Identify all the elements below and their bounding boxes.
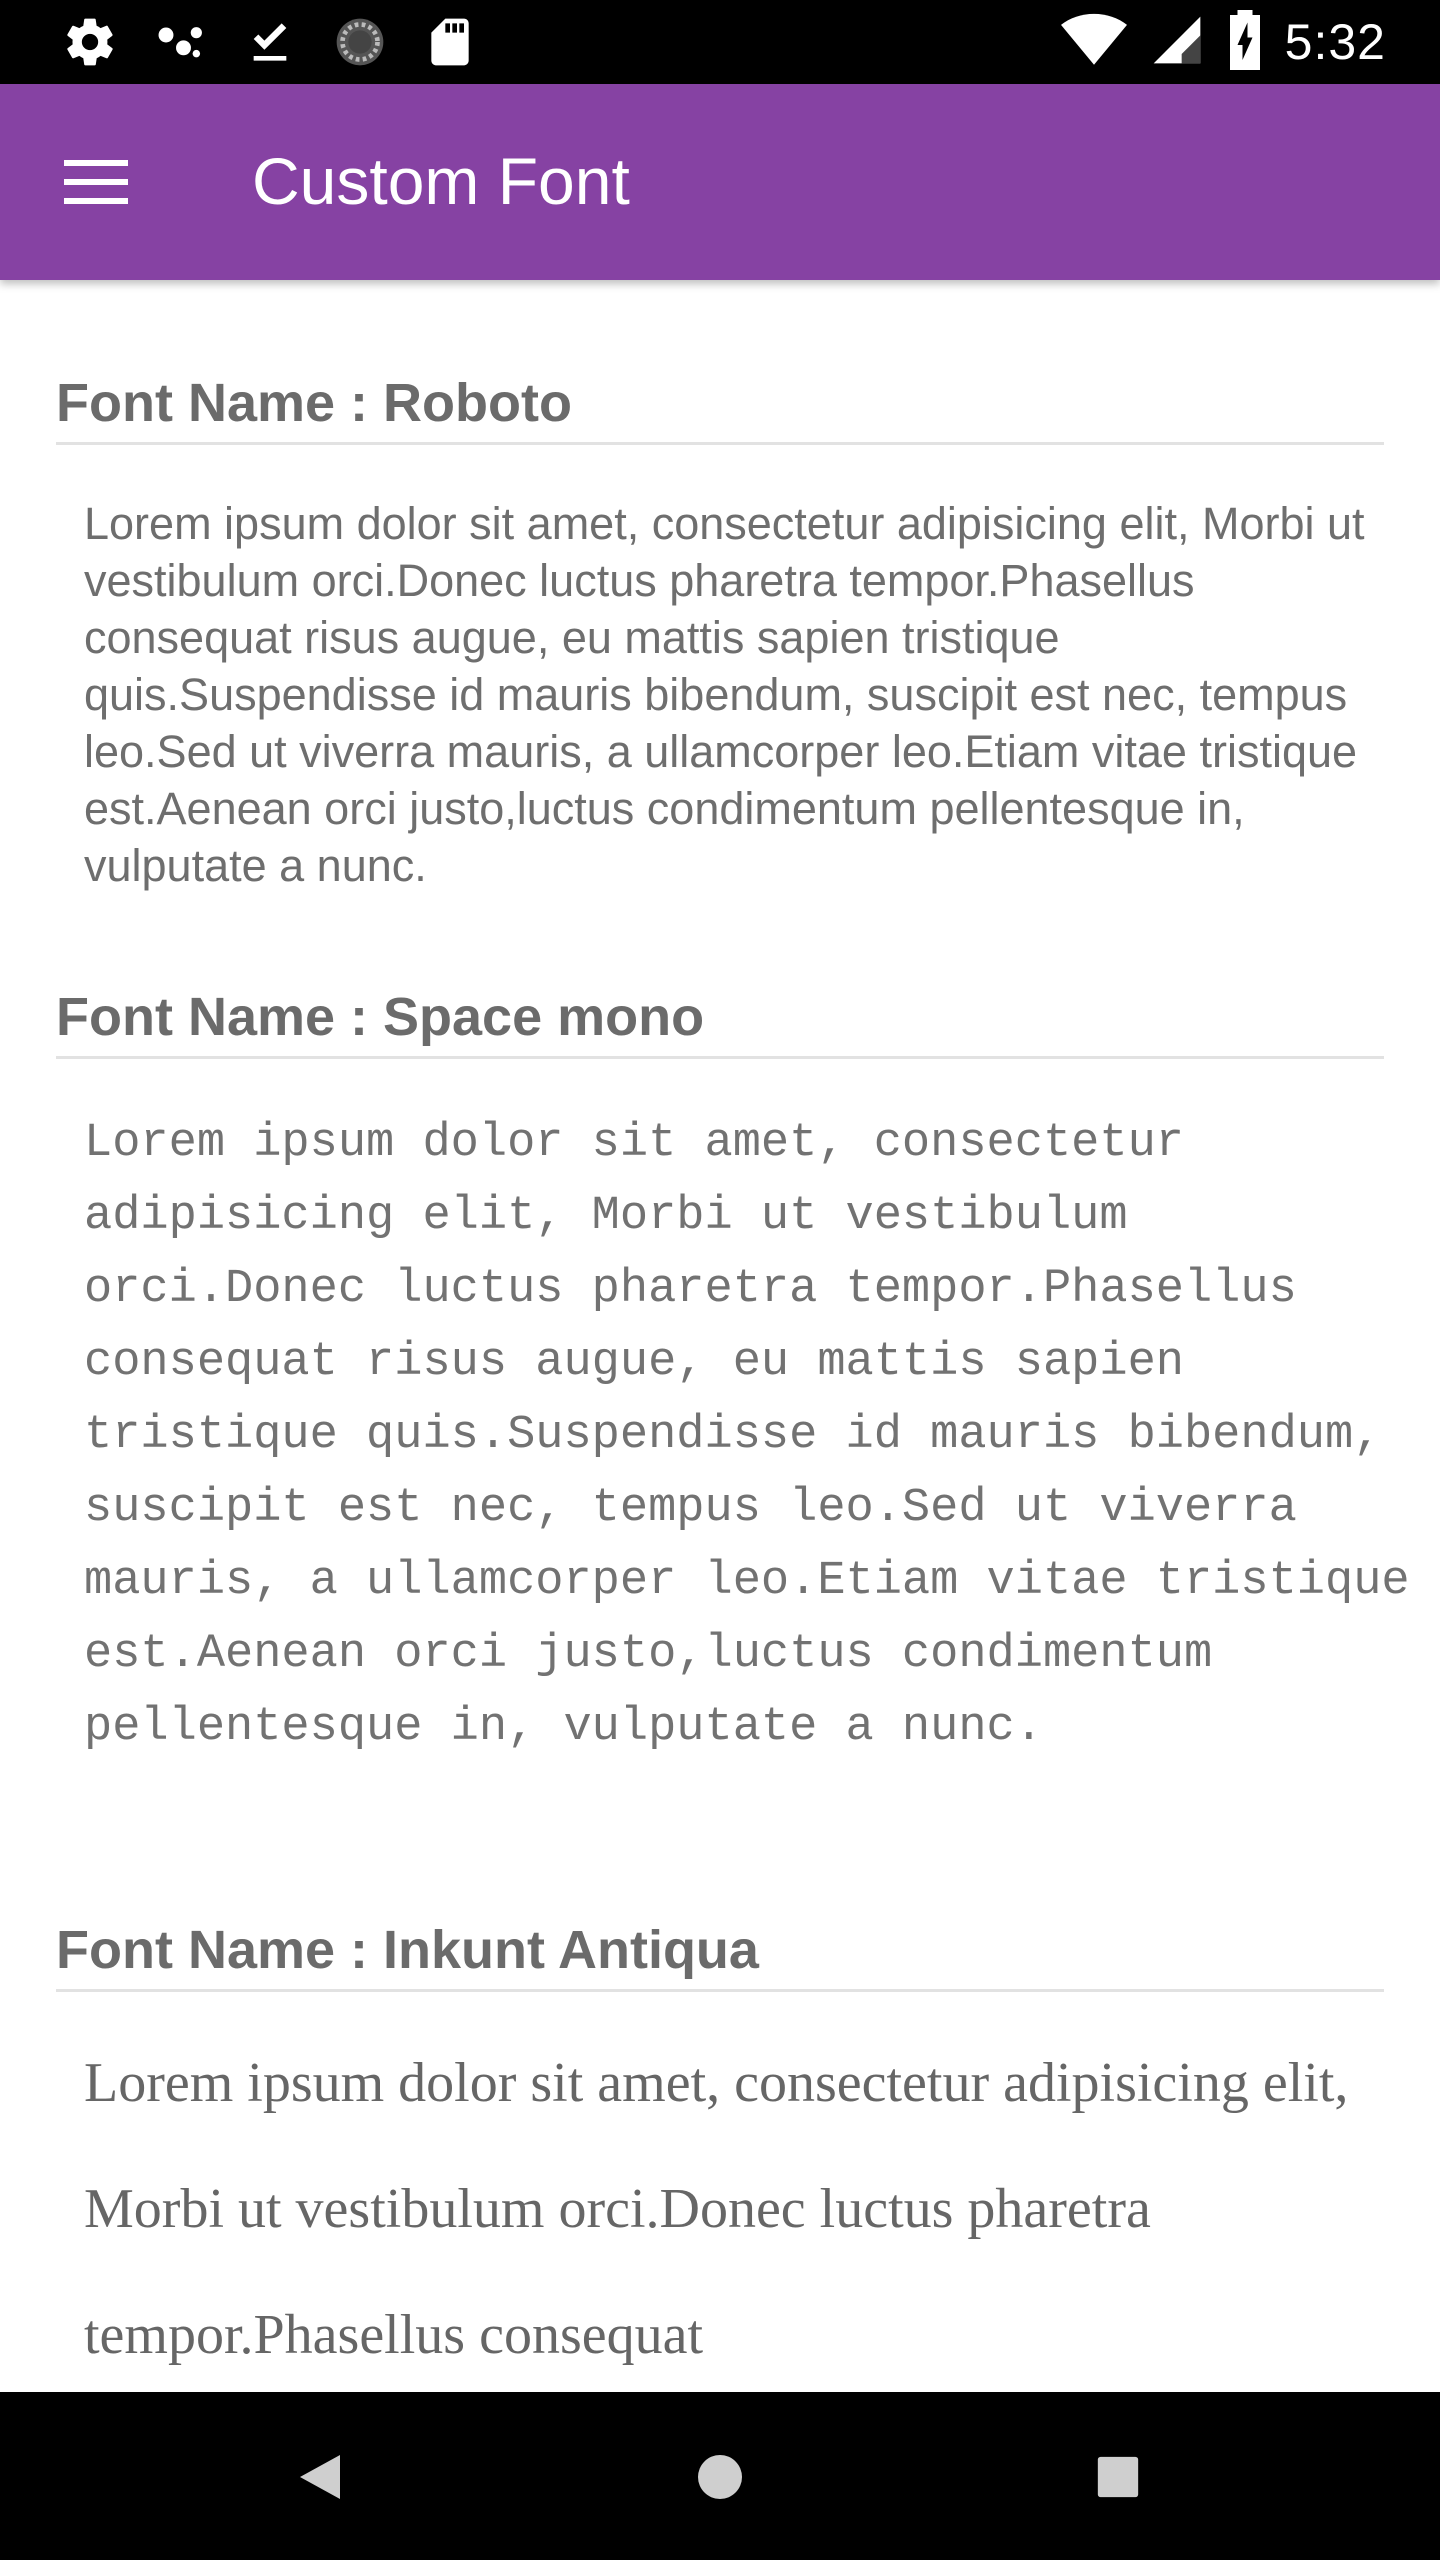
section-title: Font Name : Inkunt Antiqua bbox=[56, 1923, 1384, 1992]
hamburger-menu-icon[interactable] bbox=[46, 140, 146, 224]
font-list-content[interactable]: Font Name : Roboto Lorem ipsum dolor sit… bbox=[0, 280, 1440, 2392]
section-body-text: Lorem ipsum dolor sit amet, consectetur … bbox=[84, 498, 1365, 891]
section-body-text: Lorem ipsum dolor sit amet, consectetur … bbox=[84, 1117, 1410, 1754]
sd-card-icon bbox=[420, 14, 480, 70]
app-bar: Custom Font bbox=[0, 84, 1440, 280]
back-icon[interactable] bbox=[275, 2432, 365, 2522]
font-section-roboto: Font Name : Roboto Lorem ipsum dolor sit… bbox=[56, 376, 1384, 894]
download-done-icon bbox=[240, 14, 300, 70]
battery-charging-icon bbox=[1227, 9, 1263, 75]
signal-icon bbox=[1149, 12, 1205, 73]
page-title: Custom Font bbox=[252, 144, 630, 218]
settings-icon bbox=[60, 14, 120, 70]
section-title: Font Name : Roboto bbox=[56, 376, 1384, 445]
status-system-icons: 5:32 bbox=[1060, 0, 1386, 84]
status-notification-icons bbox=[60, 14, 480, 70]
navigation-bar bbox=[0, 2392, 1440, 2560]
status-bar: 5:32 bbox=[0, 0, 1440, 84]
section-body-text: Lorem ipsum dolor sit amet, consectetur … bbox=[84, 2052, 1349, 2366]
network-dots-icon bbox=[150, 14, 210, 70]
sync-circle-icon bbox=[330, 14, 390, 70]
font-section-inkunt-antiqua: Font Name : Inkunt Antiqua Lorem ipsum d… bbox=[56, 1923, 1384, 2392]
status-time: 5:32 bbox=[1284, 14, 1386, 70]
font-section-space-mono: Font Name : Space mono Lorem ipsum dolor… bbox=[56, 990, 1410, 1764]
recents-icon[interactable] bbox=[1073, 2432, 1163, 2522]
home-icon[interactable] bbox=[675, 2432, 765, 2522]
section-title: Font Name : Space mono bbox=[56, 990, 1384, 1059]
wifi-icon bbox=[1060, 12, 1127, 73]
